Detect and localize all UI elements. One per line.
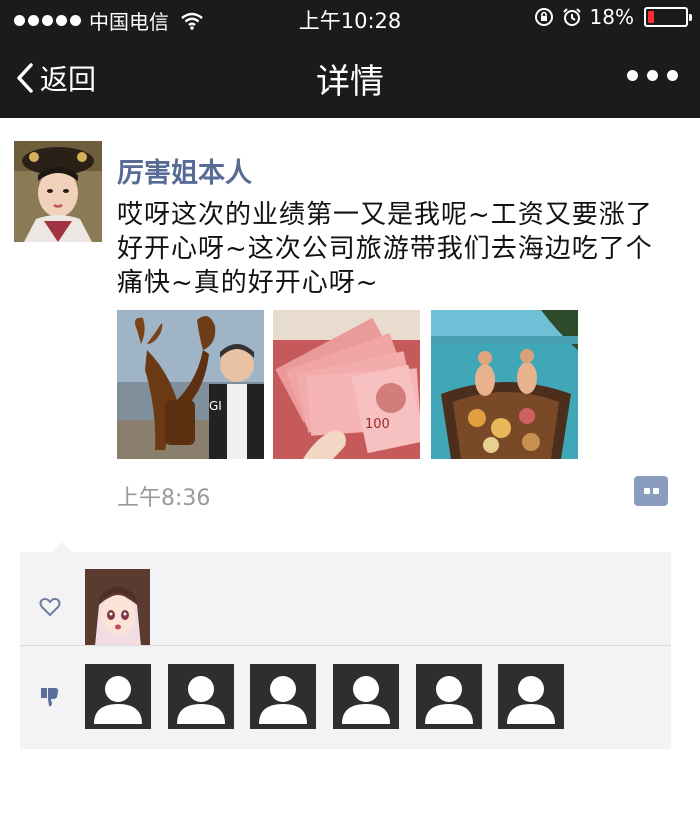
default-avatar[interactable] (498, 664, 564, 729)
default-avatar[interactable] (168, 664, 234, 729)
default-avatar[interactable] (333, 664, 399, 729)
rotation-lock-icon (534, 8, 553, 26)
back-button[interactable]: 返回 (16, 58, 96, 98)
nav-bar: 返回 详情 (0, 36, 700, 118)
status-bar: 中国电信 上午10:28 18% (0, 0, 700, 36)
divider (20, 645, 671, 646)
default-avatar[interactable] (250, 664, 316, 729)
signal-icon (14, 15, 81, 26)
poster-avatar[interactable] (14, 141, 102, 242)
panel-caret (52, 542, 72, 552)
comment-icon[interactable] (634, 476, 668, 506)
battery-icon (644, 7, 692, 27)
svg-text:GI: GI (209, 399, 222, 413)
heart-icon (39, 597, 61, 616)
wifi-icon (181, 12, 203, 30)
battery-percent: 18% (589, 5, 634, 29)
beach-boat-photo[interactable] (431, 310, 578, 459)
default-avatar[interactable] (416, 664, 482, 729)
back-label: 返回 (40, 63, 97, 96)
thumbs-down-icon (41, 688, 59, 707)
more-options-button[interactable] (627, 70, 678, 81)
status-right: 18% (534, 5, 692, 29)
lobster-photo[interactable]: GI (117, 310, 264, 459)
more-dots-icon (627, 70, 638, 81)
chevron-left-icon (17, 63, 33, 93)
post-text: 哎呀这次的业绩第一又是我呢~工资又要涨了好开心呀~这次公司旅游带我们去海边吃了个… (117, 200, 653, 298)
page-title: 详情 (316, 62, 384, 102)
status-left: 中国电信 (14, 6, 203, 35)
anime-avatar[interactable] (85, 569, 150, 646)
money-photo[interactable]: 100 (273, 310, 420, 459)
default-avatar[interactable] (85, 664, 151, 729)
alarm-icon (562, 8, 581, 26)
post-time: 上午8:36 (117, 486, 211, 511)
reactions-panel (20, 542, 671, 749)
poster-name[interactable]: 厉害姐本人 (117, 151, 252, 190)
svg-text:100: 100 (365, 417, 390, 432)
carrier-label: 中国电信 (89, 10, 169, 34)
